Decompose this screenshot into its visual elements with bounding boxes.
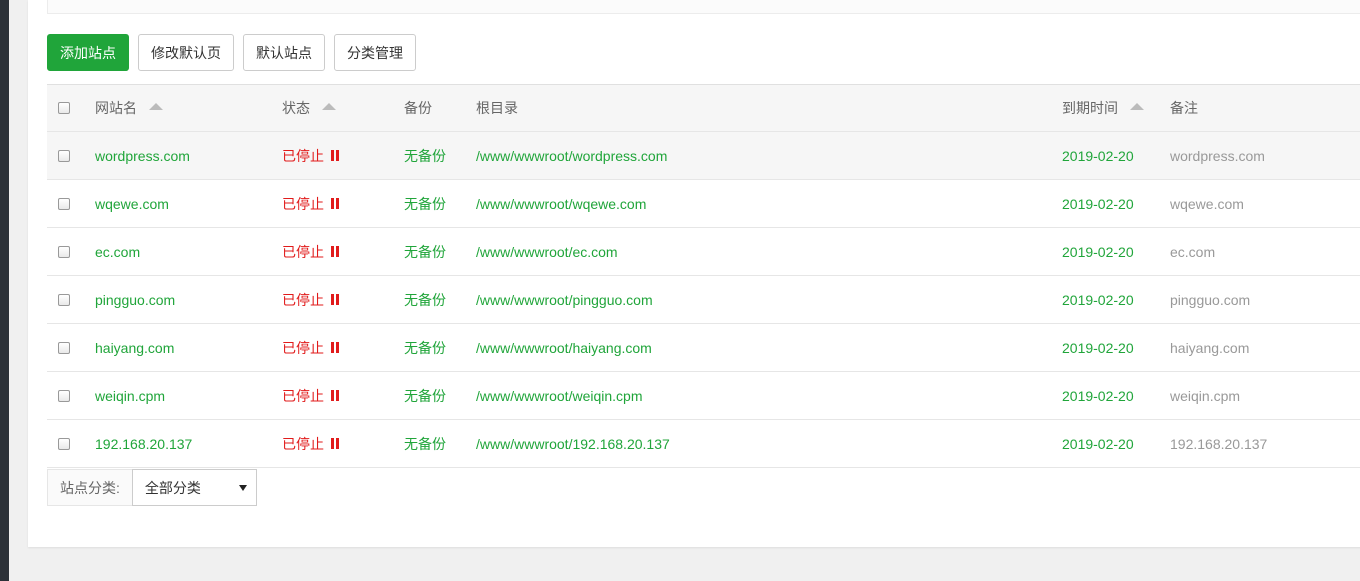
note-field[interactable]: wqewe.com <box>1170 180 1244 227</box>
backup-link[interactable]: 无备份 <box>404 372 446 419</box>
site-name-link[interactable]: ec.com <box>95 228 140 275</box>
backup-link[interactable]: 无备份 <box>404 132 446 179</box>
status-toggle[interactable]: 已停止 <box>282 228 339 275</box>
status-toggle[interactable]: 已停止 <box>282 420 339 467</box>
table-header: 网站名 状态 备份 根目录 到期时间 备注 <box>47 85 1360 132</box>
root-path-link[interactable]: /www/wwwroot/haiyang.com <box>476 324 652 371</box>
status-toggle[interactable]: 已停止 <box>282 276 339 323</box>
site-name-link[interactable]: haiyang.com <box>95 324 174 371</box>
site-name-link[interactable]: wqewe.com <box>95 180 169 227</box>
caret-down-icon <box>238 484 247 491</box>
default-site-button[interactable]: 默认站点 <box>243 34 325 71</box>
category-label: 站点分类: <box>47 469 132 506</box>
site-name-link[interactable]: pingguo.com <box>95 276 175 323</box>
top-search-strip <box>47 0 1360 14</box>
backup-link[interactable]: 无备份 <box>404 420 446 467</box>
pause-icon <box>331 294 339 305</box>
pause-icon <box>331 438 339 449</box>
site-name-link[interactable]: 192.168.20.137 <box>95 420 192 467</box>
site-name-link[interactable]: weiqin.cpm <box>95 372 165 419</box>
root-path-link[interactable]: /www/wwwroot/weiqin.cpm <box>476 372 642 419</box>
note-field[interactable]: 192.168.20.137 <box>1170 420 1267 467</box>
table-row: wqewe.com 已停止 无备份 /www/wwwroot/wqewe.com… <box>47 180 1360 228</box>
backup-link[interactable]: 无备份 <box>404 276 446 323</box>
category-selected-value: 全部分类 <box>144 479 201 496</box>
table-row: 192.168.20.137 已停止 无备份 /www/wwwroot/192.… <box>47 420 1360 468</box>
category-select[interactable]: 全部分类 <box>131 469 257 506</box>
row-checkbox[interactable] <box>58 149 70 162</box>
sites-table: 网站名 状态 备份 根目录 到期时间 备注 wordpress.com 已停止 … <box>47 84 1360 468</box>
header-note: 备注 <box>1170 100 1198 116</box>
sidebar-edge <box>0 0 9 581</box>
note-field[interactable]: haiyang.com <box>1170 324 1249 371</box>
pause-icon <box>331 390 339 401</box>
backup-link[interactable]: 无备份 <box>404 180 446 227</box>
sort-up-icon[interactable] <box>149 102 163 110</box>
note-field[interactable]: wordpress.com <box>1170 132 1265 179</box>
backup-link[interactable]: 无备份 <box>404 228 446 275</box>
backup-link[interactable]: 无备份 <box>404 324 446 371</box>
status-toggle[interactable]: 已停止 <box>282 132 339 179</box>
status-toggle[interactable]: 已停止 <box>282 324 339 371</box>
sort-up-icon[interactable] <box>322 102 336 110</box>
category-filter: 站点分类: 全部分类 <box>47 469 257 506</box>
category-manage-button[interactable]: 分类管理 <box>334 34 416 71</box>
edit-default-page-button[interactable]: 修改默认页 <box>138 34 234 71</box>
table-row: ec.com 已停止 无备份 /www/wwwroot/ec.com 2019-… <box>47 228 1360 276</box>
row-checkbox[interactable] <box>58 293 70 306</box>
table-row: pingguo.com 已停止 无备份 /www/wwwroot/pingguo… <box>47 276 1360 324</box>
root-path-link[interactable]: /www/wwwroot/wordpress.com <box>476 132 667 179</box>
expire-date[interactable]: 2019-02-20 <box>1062 180 1134 227</box>
row-checkbox[interactable] <box>58 197 70 210</box>
table-row: haiyang.com 已停止 无备份 /www/wwwroot/haiyang… <box>47 324 1360 372</box>
header-backup: 备份 <box>404 100 432 116</box>
add-site-button[interactable]: 添加站点 <box>47 34 129 71</box>
header-expire[interactable]: 到期时间 <box>1062 85 1144 131</box>
pause-icon <box>331 150 339 161</box>
note-field[interactable]: weiqin.cpm <box>1170 372 1240 419</box>
expire-date[interactable]: 2019-02-20 <box>1062 372 1134 419</box>
root-path-link[interactable]: /www/wwwroot/pingguo.com <box>476 276 653 323</box>
root-path-link[interactable]: /www/wwwroot/wqewe.com <box>476 180 646 227</box>
status-toggle[interactable]: 已停止 <box>282 372 339 419</box>
expire-date[interactable]: 2019-02-20 <box>1062 324 1134 371</box>
row-checkbox[interactable] <box>58 341 70 354</box>
root-path-link[interactable]: /www/wwwroot/192.168.20.137 <box>476 420 670 467</box>
row-checkbox[interactable] <box>58 389 70 402</box>
note-field[interactable]: ec.com <box>1170 228 1215 275</box>
expire-date[interactable]: 2019-02-20 <box>1062 276 1134 323</box>
status-toggle[interactable]: 已停止 <box>282 180 339 227</box>
expire-date[interactable]: 2019-02-20 <box>1062 132 1134 179</box>
header-root: 根目录 <box>476 100 518 116</box>
note-field[interactable]: pingguo.com <box>1170 276 1250 323</box>
row-checkbox[interactable] <box>58 245 70 258</box>
expire-date[interactable]: 2019-02-20 <box>1062 228 1134 275</box>
root-path-link[interactable]: /www/wwwroot/ec.com <box>476 228 618 275</box>
pause-icon <box>331 342 339 353</box>
header-name[interactable]: 网站名 <box>95 85 163 131</box>
select-all-checkbox[interactable] <box>58 102 70 114</box>
toolbar: 添加站点 修改默认页 默认站点 分类管理 <box>47 34 416 71</box>
table-row: wordpress.com 已停止 无备份 /www/wwwroot/wordp… <box>47 132 1360 180</box>
pause-icon <box>331 198 339 209</box>
pause-icon <box>331 246 339 257</box>
expire-date[interactable]: 2019-02-20 <box>1062 420 1134 467</box>
header-status[interactable]: 状态 <box>282 85 336 131</box>
sort-up-icon[interactable] <box>1130 102 1144 110</box>
table-row: weiqin.cpm 已停止 无备份 /www/wwwroot/weiqin.c… <box>47 372 1360 420</box>
row-checkbox[interactable] <box>58 437 70 450</box>
site-name-link[interactable]: wordpress.com <box>95 132 190 179</box>
